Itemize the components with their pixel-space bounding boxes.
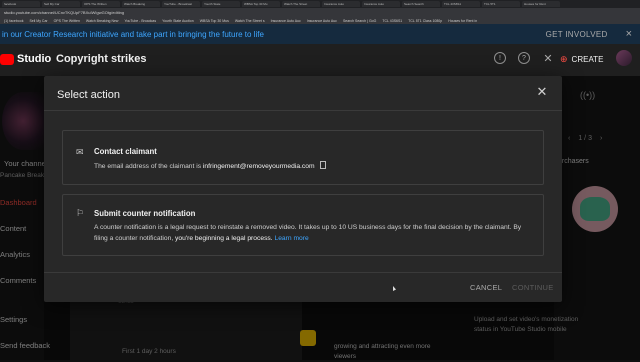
bookmark-item[interactable]: Search Search | GoG [343, 19, 376, 23]
browser-tab-bar: facebook Sell My Car OPS The Written Watch … [0, 0, 640, 8]
flag-icon: ⚐ [76, 208, 85, 218]
contact-body-prefix: The email address of the claimant is [94, 163, 203, 170]
browser-tab[interactable]: Insurance Auto [322, 1, 360, 7]
browser-tab[interactable]: Yourth State [202, 1, 240, 7]
counter-notification-option[interactable]: ⚐ Submit counter notification A counter … [62, 194, 544, 256]
create-label: CREATE [571, 54, 604, 64]
browser-tab[interactable]: Sell My Car [42, 1, 80, 7]
mail-icon: ✉ [76, 147, 84, 157]
bookmark-item[interactable]: Insurance Auto Auc [307, 19, 337, 23]
browser-tab[interactable]: Watch The Street [282, 1, 320, 7]
bookmark-item[interactable]: Sell My Car [29, 19, 47, 23]
get-involved-button[interactable]: GET INVOLVED [546, 30, 608, 39]
browser-address-bar[interactable]: studio.youtube.com/channel/UCnvTKQUpF7BX… [0, 8, 640, 17]
bookmark-item[interactable]: WBSA Top 30 Mus [200, 19, 229, 23]
create-video-icon: ⊕ [560, 53, 568, 64]
counter-body-strong: you're beginning a legal process. [175, 235, 273, 242]
contact-claimant-title: Contact claimant [94, 147, 157, 156]
contact-claimant-body: The email address of the claimant is inf… [94, 161, 326, 172]
bookmark-item[interactable]: YouTube - Broadcas [124, 19, 156, 23]
dialog-title: Select action [57, 89, 120, 101]
bookmark-item[interactable]: TCL 5T1 Class 1080p [408, 19, 442, 23]
close-icon[interactable]: ✕ [542, 52, 554, 65]
bookmark-item[interactable]: Yourth State Auction [162, 19, 194, 23]
divider [44, 272, 562, 273]
cancel-button[interactable]: CANCEL [470, 283, 502, 292]
header-icons: ! ? ✕ [494, 52, 554, 65]
select-action-dialog: Select action ✕ ✉ Contact claimant The e… [44, 76, 562, 302]
browser-tab[interactable]: Insurance Auto [362, 1, 400, 7]
browser-tab[interactable]: facebook [2, 1, 40, 7]
address-url[interactable]: studio.youtube.com/channel/UCnvTKQUpF7BX… [4, 10, 124, 15]
bookmarks-bar: (1) facebook Sell My Car OPS The Written Wa… [0, 17, 640, 24]
copy-icon[interactable] [319, 161, 326, 170]
account-avatar[interactable] [616, 50, 632, 66]
browser-tab[interactable]: TCL 5T1 [482, 1, 520, 7]
bookmark-item[interactable]: Watch Breaking New [86, 19, 119, 23]
browser-tab[interactable]: TCL 43S6S1 [442, 1, 480, 7]
bookmark-item[interactable]: TCL 43S6S1 [382, 19, 402, 23]
create-button[interactable]: ⊕ CREATE [560, 52, 606, 66]
browser-tab[interactable]: OPS The Written [82, 1, 120, 7]
page-title: Copyright strikes [56, 53, 147, 65]
continue-button[interactable]: CONTINUE [512, 283, 554, 292]
bookmark-item[interactable]: Insurance Auto Auc [271, 19, 301, 23]
counter-notification-body: A counter notification is a legal reques… [94, 222, 534, 244]
browser-tab[interactable]: Houses for Rent [522, 1, 560, 7]
logo-text: Studio [17, 53, 52, 65]
banner-actions: GET INVOLVED × [546, 28, 632, 40]
claimant-email: infringement@removeyourmedia.com [202, 163, 315, 170]
bookmark-item[interactable]: (1) facebook [4, 19, 23, 23]
browser-tab[interactable]: WBSA Top 30 Mu [242, 1, 280, 7]
counter-notification-title: Submit counter notification [94, 209, 196, 218]
banner-text: in our Creator Research initiative and t… [2, 29, 264, 39]
learn-more-link[interactable]: Learn more [274, 235, 308, 242]
divider [44, 110, 562, 111]
research-banner: in our Creator Research initiative and t… [0, 24, 640, 44]
close-icon[interactable]: × [626, 28, 632, 40]
help-icon[interactable]: ? [518, 52, 530, 64]
bookmark-item[interactable]: Watch The Street s [235, 19, 265, 23]
browser-tab[interactable]: Search Search [402, 1, 440, 7]
bookmark-item[interactable]: Houses for Rent in [448, 19, 477, 23]
browser-tab[interactable]: Watch Breaking [122, 1, 160, 7]
bookmark-item[interactable]: OPS The Written [54, 19, 80, 23]
contact-claimant-option[interactable]: ✉ Contact claimant The email address of … [62, 130, 544, 185]
close-icon[interactable]: ✕ [536, 85, 548, 98]
feedback-icon[interactable]: ! [494, 52, 506, 64]
studio-logo[interactable]: Studio [0, 53, 51, 65]
youtube-play-icon [0, 53, 14, 65]
browser-tab[interactable]: YouTube - Broadcast [162, 1, 200, 7]
